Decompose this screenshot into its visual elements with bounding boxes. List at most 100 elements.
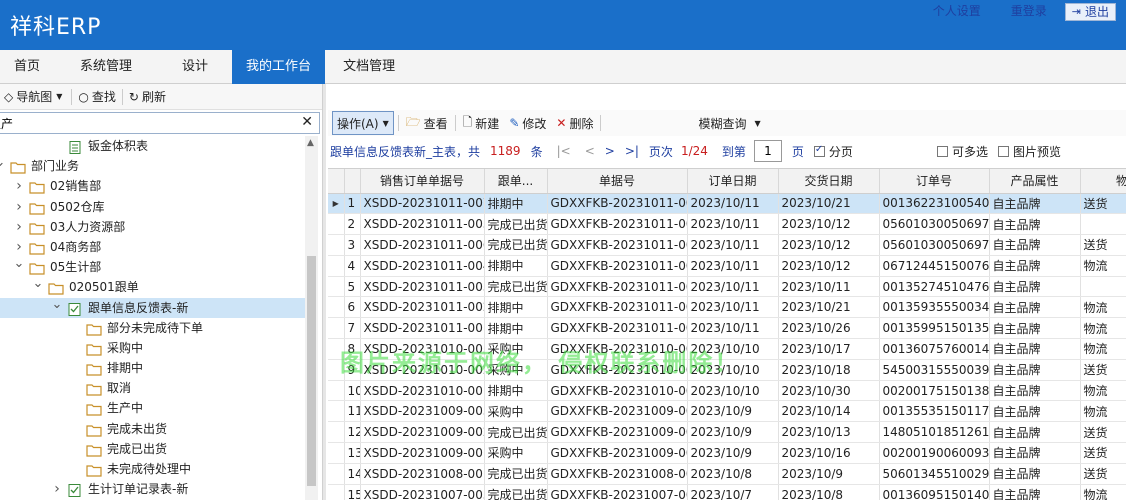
tab-home[interactable]: 首页 — [0, 50, 54, 84]
tree-node[interactable]: 排期中 — [0, 358, 318, 378]
row-indicator[interactable] — [328, 255, 345, 277]
column-header[interactable]: 跟单... — [484, 169, 548, 194]
table-row[interactable]: ▶ 1 XSDD-20231011-007 排期中 GDXXFKB-20231011-0… — [328, 193, 1126, 215]
tree-search-input[interactable] — [0, 113, 279, 133]
table-row[interactable]: 11XSDD-20231009-003采购中GDXXFKB-20231009-0… — [328, 400, 1126, 423]
last-page-button[interactable]: >| — [625, 144, 639, 158]
tree-node[interactable]: 采购中 — [0, 338, 318, 358]
table-row[interactable]: 15XSDD-20231007-003完成已出货GDXXFKB-20231007… — [328, 484, 1126, 500]
tree-node[interactable]: › 03人力资源部 — [0, 217, 318, 237]
table-row[interactable]: 14XSDD-20231008-001完成已出货GDXXFKB-20231008… — [328, 463, 1126, 485]
tab-workbench[interactable]: 我的工作台 — [232, 50, 326, 84]
table-row[interactable]: 6 XSDD-20231011-002 排期中 GDXXFKB-20231011-00… — [328, 296, 1126, 319]
chevron-down-icon[interactable]: ⌄ — [51, 295, 63, 315]
row-indicator[interactable] — [328, 400, 345, 423]
tree-node[interactable]: ⌄ 部门业务 — [0, 153, 318, 176]
edit-button[interactable]: ✎ 修改 — [504, 115, 551, 132]
row-indicator[interactable] — [328, 276, 345, 298]
tree-node[interactable]: 取消 — [0, 378, 318, 398]
refresh-button[interactable]: ↻ 刷新 — [125, 86, 170, 108]
row-indicator[interactable] — [328, 442, 345, 464]
tree-node[interactable]: › 0502仓库 — [0, 197, 318, 217]
tree-node[interactable]: ⌄ 020501跟单 — [0, 274, 318, 297]
tree-node[interactable]: 生产中 — [0, 398, 318, 418]
panel-splitter[interactable] — [322, 84, 326, 500]
row-indicator[interactable] — [328, 296, 345, 319]
tree-node[interactable]: 部分未完成待下单 — [0, 318, 318, 338]
column-header[interactable] — [328, 169, 345, 194]
table-row[interactable]: 4 XSDD-20231011-004 排期中 GDXXFKB-20231011-00… — [328, 255, 1126, 277]
row-indicator[interactable] — [328, 338, 345, 360]
paging-checkbox[interactable]: 分页 — [813, 143, 853, 160]
tree-node[interactable]: › 02销售部 — [0, 176, 318, 196]
tree-scrollbar[interactable]: ▲ — [305, 136, 318, 500]
table-cell: 2023/10/11 — [687, 317, 779, 340]
row-indicator[interactable] — [328, 317, 345, 340]
column-header[interactable]: 交货日期 — [778, 169, 880, 194]
scroll-up-icon[interactable]: ▲ — [307, 138, 314, 148]
next-page-button[interactable]: > — [605, 144, 615, 158]
row-indicator[interactable] — [328, 421, 345, 444]
chevron-down-icon[interactable]: ⌄ — [32, 274, 44, 294]
row-indicator[interactable] — [328, 234, 345, 256]
tree-node[interactable]: 未完成待处理中 — [0, 459, 318, 479]
table-row[interactable]: 13XSDD-20231009-001采购中GDXXFKB-20231009-0… — [328, 442, 1126, 464]
tab-design[interactable]: 设计 — [158, 50, 232, 84]
table-row[interactable]: 9 XSDD-20231010-002 采购中 GDXXFKB-20231010-00… — [328, 359, 1126, 381]
chevron-right-icon[interactable]: › — [13, 197, 25, 217]
column-header[interactable]: 订单日期 — [687, 169, 779, 194]
chevron-down-icon[interactable]: ⌄ — [13, 254, 25, 274]
column-header[interactable]: 订单号 — [879, 169, 990, 194]
table-row[interactable]: 12XSDD-20231009-002完成已出货GDXXFKB-20231009… — [328, 421, 1126, 444]
column-header[interactable]: 物流信 — [1080, 169, 1126, 194]
table-row[interactable]: 10XSDD-20231010-001排期中GDXXFKB-20231010-0… — [328, 380, 1126, 402]
row-indicator[interactable] — [328, 484, 345, 500]
row-indicator[interactable] — [328, 213, 345, 236]
navigator-button[interactable]: ◇ 导航图 ▼ — [0, 86, 69, 108]
table-row[interactable]: 5 XSDD-20231011-003 完成已出货 GDXXFKB-20231011-… — [328, 276, 1126, 298]
clear-icon[interactable]: ✕ — [301, 114, 313, 130]
first-page-button[interactable]: |< — [557, 144, 571, 158]
delete-button[interactable]: ✕ 删除 — [551, 115, 598, 132]
new-button[interactable]: 🗋 新建 — [458, 113, 505, 134]
row-indicator[interactable] — [328, 380, 345, 402]
table-cell: 2023/10/12 — [778, 234, 880, 256]
tree-node[interactable]: › 生计订单记录表-新 — [0, 479, 318, 499]
tree-node[interactable]: 钣金体积表 — [0, 136, 318, 156]
personal-settings-link[interactable]: 个人设置 — [933, 3, 981, 21]
operate-menu-button[interactable]: 操作(A) ▼ — [332, 111, 394, 135]
tree-node[interactable]: ⌄ 跟单信息反馈表-新 — [0, 295, 318, 318]
row-indicator[interactable] — [328, 463, 345, 485]
tree-node[interactable]: › 04商务部 — [0, 237, 318, 257]
tab-documents[interactable]: 文档管理 — [325, 50, 413, 84]
image-preview-checkbox[interactable]: 图片预览 — [997, 143, 1061, 160]
scroll-thumb[interactable] — [307, 256, 316, 486]
row-indicator[interactable] — [328, 359, 345, 381]
tree-node[interactable]: 完成未出货 — [0, 419, 318, 439]
goto-page-input[interactable] — [753, 140, 782, 162]
column-header[interactable] — [344, 169, 361, 194]
tree-node[interactable]: ⌄ 05生计部 — [0, 254, 318, 277]
find-button[interactable]: ○ 查找 — [74, 86, 120, 108]
table-row[interactable]: 3 XSDD-20231011-006 完成已出货 GDXXFKB-20231011-… — [328, 234, 1126, 256]
logout-button[interactable]: ⇥ 退出 — [1064, 3, 1116, 21]
relogin-link[interactable]: 重登录 — [1011, 3, 1047, 21]
column-header[interactable]: 销售订单单据号 — [360, 169, 485, 194]
table-row[interactable]: 2 XSDD-20231011-005 完成已出货 GDXXFKB-20231011-… — [328, 213, 1126, 236]
table-cell: GDXXFKB-20231011-002 — [547, 296, 688, 319]
chevron-right-icon[interactable]: › — [13, 176, 25, 196]
table-row[interactable]: 7 XSDD-20231011-001 排期中 GDXXFKB-20231011-00… — [328, 317, 1126, 340]
table-row[interactable]: 8 XSDD-20231010-003 采购中 GDXXFKB-20231010-00… — [328, 338, 1126, 360]
column-header[interactable]: 单据号 — [547, 169, 688, 194]
chevron-right-icon[interactable]: › — [13, 217, 25, 237]
multi-select-checkbox[interactable]: 可多选 — [936, 143, 988, 160]
view-button[interactable]: 🗁 查看 — [401, 113, 453, 134]
tree-node[interactable]: 完成已出货 — [0, 439, 318, 459]
chevron-down-icon[interactable]: ⌄ — [0, 153, 6, 173]
column-header[interactable]: 产品属性 — [989, 169, 1081, 194]
chevron-right-icon[interactable]: › — [51, 479, 63, 499]
tab-system[interactable]: 系统管理 — [54, 50, 158, 84]
row-pointer-icon[interactable]: ▶ — [328, 193, 345, 215]
prev-page-button[interactable]: < — [585, 144, 595, 158]
fuzzy-search-dropdown[interactable]: 模糊查询 ▼ — [693, 115, 765, 132]
